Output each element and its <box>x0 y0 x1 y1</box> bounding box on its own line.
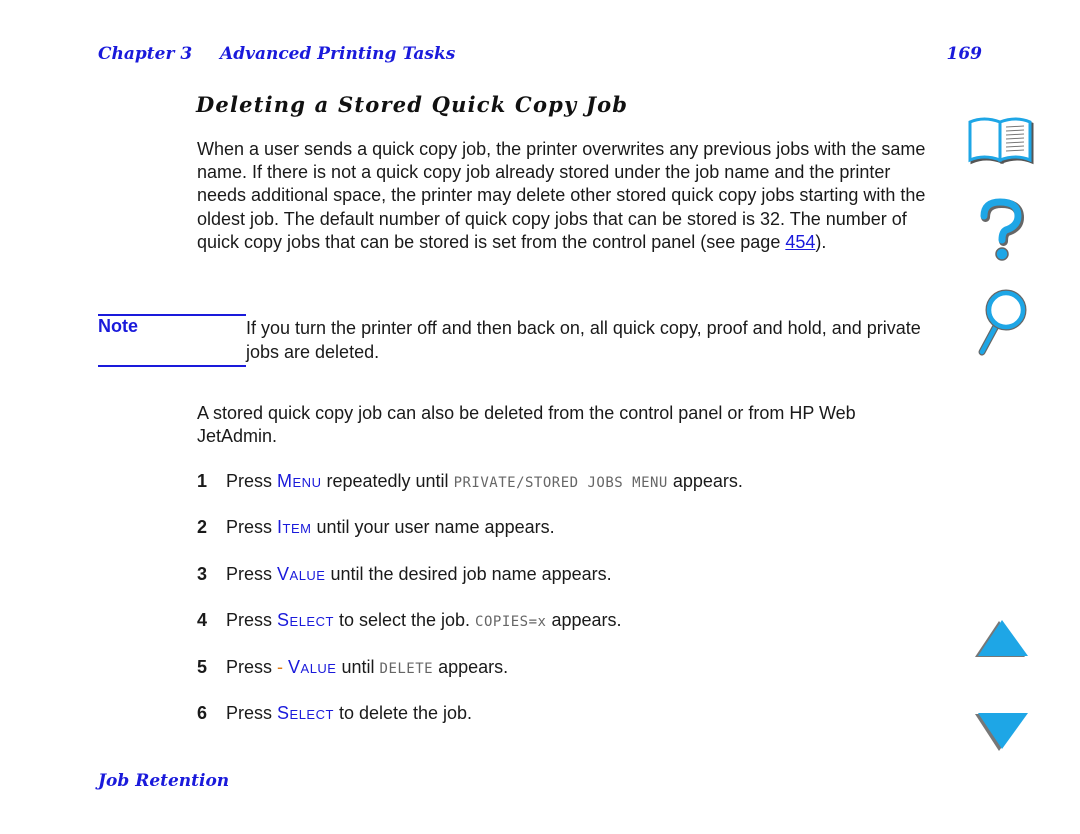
chapter-label: Chapter 3 <box>98 44 193 64</box>
step-item: 6 Press Select to delete the job. <box>197 703 743 749</box>
step-item: 4 Press Select to select the job. COPIES=… <box>197 610 743 656</box>
key-name: Value <box>277 563 326 584</box>
step-number: 6 <box>197 702 208 723</box>
step-text: appears. <box>546 610 622 631</box>
question-mark-icon[interactable] <box>976 198 1026 264</box>
down-arrow-icon[interactable] <box>974 710 1030 752</box>
step-number: 2 <box>197 517 208 538</box>
page-header: Chapter 3 Advanced Printing Tasks 169 <box>98 44 982 68</box>
footer-section-title: Job Retention <box>98 771 230 791</box>
minus-sign: - <box>277 656 289 677</box>
display-message: PRIVATE/STORED JOBS MENU <box>453 475 668 491</box>
key-name: Value <box>288 656 337 677</box>
magnifier-icon[interactable] <box>974 288 1030 358</box>
step-text: Press <box>226 517 278 538</box>
step-text: Press <box>226 563 278 584</box>
step-item: 1 Press Menu repeatedly until PRIVATE/STO… <box>197 471 743 517</box>
step-number: 3 <box>197 563 208 584</box>
intro-paragraph: When a user sends a quick copy job, the … <box>197 138 937 254</box>
section-label: Advanced Printing Tasks <box>220 44 456 64</box>
steps-list: 1 Press Menu repeatedly until PRIVATE/STO… <box>197 471 743 749</box>
step-text: until your user name appears. <box>311 517 555 538</box>
step-text: to delete the job. <box>333 702 473 723</box>
display-message: DELETE <box>379 660 434 677</box>
step-text: Press <box>226 656 278 677</box>
step-item: 3 Press Value until the desired job name … <box>197 564 743 610</box>
paragraph-2: A stored quick copy job can also be dele… <box>197 403 856 447</box>
key-name: Select <box>277 702 334 723</box>
step-text: Press <box>226 471 278 491</box>
key-name: Select <box>277 610 334 631</box>
step-text: appears. <box>667 471 743 491</box>
key-name: Menu <box>277 471 322 491</box>
page-number: 169 <box>946 44 983 64</box>
book-icon[interactable] <box>966 114 1036 166</box>
step-text: until <box>336 656 380 677</box>
up-arrow-icon[interactable] <box>974 618 1030 660</box>
key-name: Item <box>277 517 312 538</box>
note-text: If you turn the printer off and then bac… <box>246 318 921 362</box>
note-label: Note <box>98 316 138 336</box>
step-item: 5 Press - Value until DELETE appears. <box>197 657 743 703</box>
step-text: repeatedly until <box>321 471 454 491</box>
intro-text-end: ). <box>815 231 827 252</box>
step-number: 4 <box>197 610 208 631</box>
step-text: until the desired job name appears. <box>325 563 612 584</box>
page-link[interactable]: 454 <box>785 232 815 252</box>
step-number: 5 <box>197 656 208 677</box>
step-item: 2 Press Item until your user name appears… <box>197 517 743 563</box>
step-number: 1 <box>197 471 208 491</box>
page-title: Deleting a Stored Quick Copy Job <box>196 92 629 117</box>
step-text: appears. <box>433 656 509 677</box>
note-bottom-rule <box>98 365 246 367</box>
step-text: Press <box>226 702 278 723</box>
step-text: to select the job. <box>333 610 476 631</box>
display-message: COPIES=x <box>475 614 547 631</box>
step-text: Press <box>226 610 278 631</box>
